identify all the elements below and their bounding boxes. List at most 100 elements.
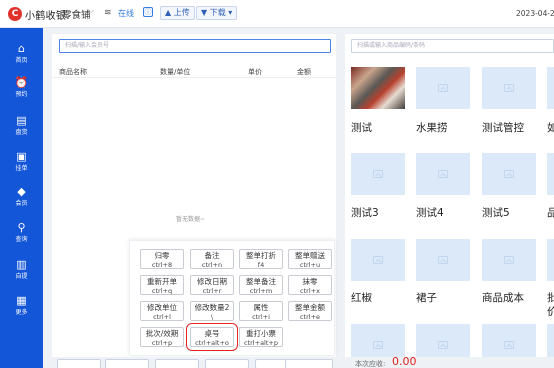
bottom-action-button[interactable]	[285, 359, 333, 368]
date-display: 2023-04-2	[516, 9, 554, 18]
bottom-action-button[interactable]	[57, 359, 101, 368]
key-label: 桌号	[204, 329, 220, 338]
key-shortcut: ctrl+p	[151, 339, 173, 347]
product-card-image[interactable]	[482, 239, 536, 281]
product-card-image[interactable]	[547, 153, 554, 195]
key-new-order[interactable]: 重新开单 ctrl+q	[140, 275, 184, 295]
product-card-image[interactable]	[416, 153, 470, 195]
product-card-image[interactable]	[351, 153, 405, 195]
product-name[interactable]: 裙子	[416, 290, 437, 305]
key-order-amount[interactable]: 整单金额 ctrl+e	[288, 301, 332, 321]
image-placeholder-icon	[504, 170, 514, 178]
product-panel: 扫描或输入商品编码/条码 测试 水果捞 测试管控 如 测试3 测试4 测试5 品…	[345, 34, 554, 368]
key-batch-expiry[interactable]: 批次/效期 ctrl+p	[140, 327, 184, 347]
product-card-image[interactable]	[547, 67, 554, 109]
bottom-action-bar	[43, 357, 554, 368]
product-search-input[interactable]: 扫描或输入商品编码/条码	[351, 39, 554, 53]
upload-button[interactable]: ▲ 上传	[160, 6, 195, 20]
key-label: 修改单位	[147, 303, 177, 312]
document-icon: ▤	[16, 114, 27, 127]
sidebar-item-inventory[interactable]: ▤ 盘货	[0, 112, 43, 144]
product-card-image[interactable]	[416, 239, 470, 281]
diamond-icon: ◆	[17, 185, 26, 198]
total-label: 本次应收:	[355, 360, 386, 368]
product-card-image[interactable]	[416, 67, 470, 109]
key-edit-date[interactable]: 修改日期 ctrl+r	[190, 275, 234, 295]
key-shortcut: ctrl+x	[300, 287, 320, 295]
order-table-header: 商品名称 数量/单位 单价 金额	[52, 64, 336, 78]
product-name[interactable]: 商品成本	[482, 290, 524, 305]
key-label: 批次/效期	[145, 329, 179, 338]
image-placeholder-icon	[373, 341, 383, 349]
pos-window: C 小鹤收银 零食铺 ⌵ ≋ 在线 ⓘ ▲ 上传 ▼ 下载 ▾ 2023-04-…	[0, 0, 554, 368]
image-placeholder-icon	[373, 256, 383, 264]
top-bar: C 小鹤收银 零食铺 ⌵ ≋ 在线 ⓘ ▲ 上传 ▼ 下载 ▾ 2023-04-…	[0, 0, 554, 28]
product-name[interactable]: 测试管控	[482, 120, 524, 135]
sidebar-item-appointment[interactable]: ⏰ 预约	[0, 74, 43, 106]
product-card-image[interactable]	[351, 239, 405, 281]
member-search-input[interactable]: 扫描/输入会员号	[59, 39, 331, 53]
sidebar-item-label: 更多	[15, 309, 28, 316]
image-placeholder-icon	[373, 170, 383, 178]
column-header: 数量/单位	[160, 68, 191, 76]
product-card-image[interactable]	[482, 153, 536, 195]
key-shortcut: ctrl+r	[202, 287, 222, 295]
product-name[interactable]: 水果捞	[416, 120, 448, 135]
bottom-action-button[interactable]	[155, 359, 199, 368]
key-shortcut: ctrl+m	[249, 287, 273, 295]
home-icon: ⌂	[18, 42, 25, 55]
product-name[interactable]: 如	[547, 120, 554, 135]
key-label: 属性	[253, 303, 269, 312]
sidebar-item-label: 首页	[15, 57, 28, 64]
sidebar-item-label: 挂单	[15, 165, 28, 172]
bottom-action-button[interactable]	[205, 359, 249, 368]
product-name[interactable]: 红椒	[351, 290, 372, 305]
key-order-discount[interactable]: 整单打折 f4	[239, 249, 283, 269]
key-label: 重新开单	[147, 277, 177, 286]
key-round-off[interactable]: 抹零 ctrl+x	[288, 275, 332, 295]
product-name[interactable]: 测试	[351, 120, 372, 135]
key-shortcut: f4	[257, 261, 265, 269]
key-shortcut: ctrl+e	[299, 313, 321, 321]
shop-selector[interactable]: 零食铺	[62, 7, 91, 21]
key-shortcut: ctrl+n	[201, 261, 223, 269]
key-label: 修改日期	[197, 277, 227, 286]
key-edit-unit[interactable]: 修改单位 ctrl+l	[140, 301, 184, 321]
sidebar-item-hold-order[interactable]: ▣ 挂单	[0, 148, 43, 180]
image-placeholder-icon	[438, 170, 448, 178]
download-button[interactable]: ▼ 下载 ▾	[196, 6, 238, 20]
sidebar-item-more[interactable]: ▦ 更多	[0, 292, 43, 324]
bottom-action-button[interactable]	[105, 359, 149, 368]
key-table-number[interactable]: 桌号 ctrl+alt+o	[186, 323, 238, 351]
key-reset[interactable]: 归零 ctrl+8	[140, 249, 184, 269]
key-label: 整单打折	[246, 251, 276, 260]
key-shortcut: ctrl+q	[151, 287, 173, 295]
key-order-note[interactable]: 整单备注 ctrl+m	[239, 275, 283, 295]
key-order-gift[interactable]: 整单赠送 ctrl+u	[288, 249, 332, 269]
key-edit-quantity[interactable]: 修改数量2 \	[190, 301, 234, 321]
chevron-down-icon[interactable]: ⌵	[88, 6, 94, 16]
sidebar-item-home[interactable]: ⌂ 首页	[0, 40, 43, 72]
key-attribute[interactable]: 属性 ctrl+i	[239, 301, 283, 321]
column-header: 金额	[297, 68, 311, 76]
key-shortcut: \	[210, 313, 214, 321]
total-amount: 0.00	[392, 355, 417, 368]
key-note[interactable]: 备注 ctrl+n	[190, 249, 234, 269]
sidebar-item-pickup[interactable]: ▥ 自提	[0, 256, 43, 288]
product-card-image[interactable]	[482, 67, 536, 109]
key-reprint-receipt[interactable]: 重打小票 ctrl+alt+p	[239, 327, 283, 347]
product-name[interactable]: 测试4	[416, 205, 444, 220]
key-label: 抹零	[302, 277, 318, 286]
product-name[interactable]: 测试3	[351, 205, 379, 220]
product-name[interactable]: 批	[547, 290, 554, 305]
product-name[interactable]: 测试5	[482, 205, 510, 220]
sidebar-item-member[interactable]: ◆ 会员	[0, 183, 43, 215]
product-name-continued: 价	[547, 306, 554, 318]
sidebar-item-query[interactable]: ⚲ 查询	[0, 219, 43, 251]
product-name[interactable]: 品	[547, 205, 554, 220]
info-icon[interactable]: ⓘ	[143, 7, 153, 17]
product-card-image[interactable]	[351, 67, 405, 109]
key-shortcut: ctrl+u	[299, 261, 321, 269]
image-placeholder-icon	[504, 84, 514, 92]
product-card-image[interactable]	[547, 239, 554, 281]
